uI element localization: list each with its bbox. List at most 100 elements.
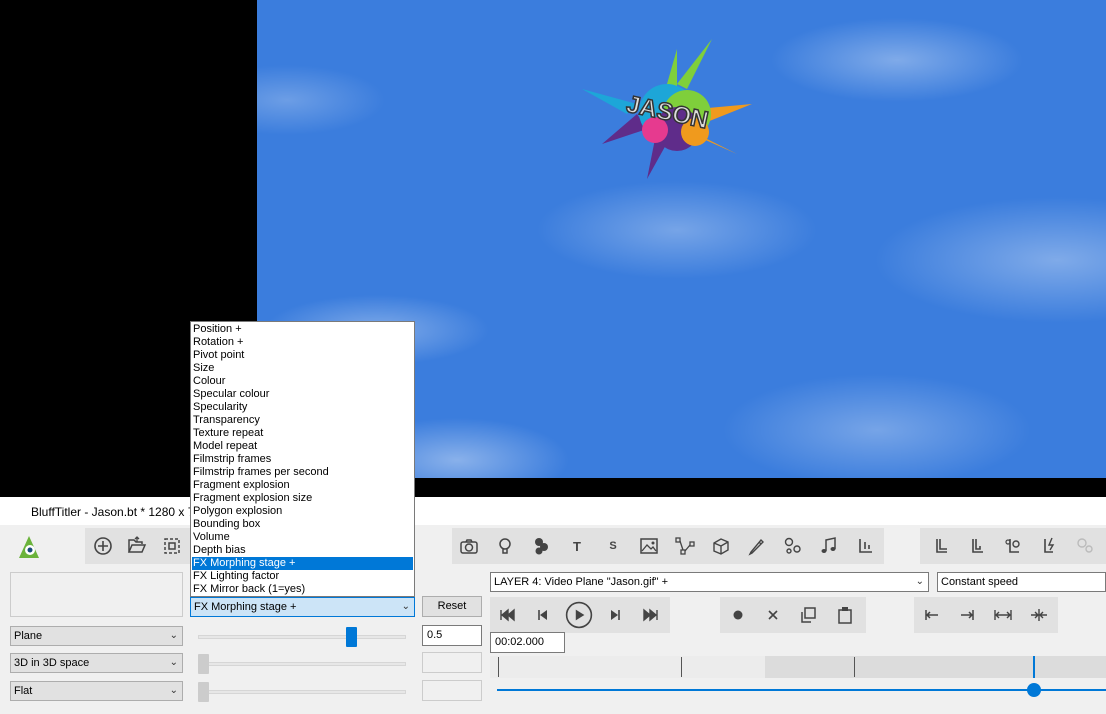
value-field[interactable]: 0.5 xyxy=(422,625,482,646)
window-title: BluffTitler - Jason.bt * 1280 x 7 xyxy=(31,505,195,519)
property-option[interactable]: Texture repeat xyxy=(192,427,413,440)
chevron-down-icon: ⌄ xyxy=(169,685,178,696)
cube-icon[interactable] xyxy=(706,531,736,561)
skip-start-icon[interactable] xyxy=(492,600,522,630)
disabled-layer-icon xyxy=(1070,531,1100,561)
skip-end-icon[interactable] xyxy=(636,600,666,630)
path-icon[interactable] xyxy=(670,531,700,561)
set-start-icon[interactable] xyxy=(917,600,947,630)
value-field-2 xyxy=(422,652,482,673)
space-mode-select[interactable]: 3D in 3D space ⌄ xyxy=(10,653,183,673)
value-slider-2-track xyxy=(198,662,406,666)
open-folder-icon[interactable] xyxy=(122,531,152,561)
property-option[interactable]: Fragment explosion xyxy=(192,479,413,492)
layer-options-toolbar xyxy=(920,528,1106,564)
chevron-down-icon: ⌄ xyxy=(915,576,924,587)
l-layer-icon[interactable] xyxy=(926,531,956,561)
property-option[interactable]: Filmstrip frames xyxy=(192,453,413,466)
property-option[interactable]: Size xyxy=(192,362,413,375)
property-option[interactable]: Specular colour xyxy=(192,388,413,401)
speed-select[interactable]: Constant speed xyxy=(937,572,1106,592)
select-area-icon[interactable] xyxy=(157,531,187,561)
timeline-key-marker[interactable] xyxy=(854,657,855,677)
s-icon[interactable]: S xyxy=(598,531,628,561)
timeline-selected-range xyxy=(765,656,1106,678)
property-option[interactable]: FX Morphing stage + xyxy=(192,557,413,570)
value-field-3 xyxy=(422,680,482,701)
property-option[interactable]: Pivot point xyxy=(192,349,413,362)
chevron-down-icon: ⌄ xyxy=(169,657,178,668)
shading-value: Flat xyxy=(14,685,33,697)
range-toolbar xyxy=(914,597,1058,633)
l-layer-2-icon[interactable] xyxy=(962,531,992,561)
scrub-slider-track[interactable] xyxy=(497,689,1106,691)
layer-select-value: LAYER 4: Video Plane "Jason.gif" + xyxy=(494,576,669,588)
key-toolbar xyxy=(720,597,866,633)
timeline-key-marker[interactable] xyxy=(681,657,682,677)
object-type-select[interactable]: Plane ⌄ xyxy=(10,626,183,646)
stretch-icon[interactable] xyxy=(988,600,1018,630)
music-icon[interactable] xyxy=(814,531,844,561)
property-option[interactable]: Fragment explosion size xyxy=(192,492,413,505)
layer-select[interactable]: LAYER 4: Video Plane "Jason.gif" + ⌄ xyxy=(490,572,929,592)
app-logo-icon[interactable] xyxy=(14,532,44,562)
space-mode-value: 3D in 3D space xyxy=(14,657,90,669)
time-field[interactable]: 00:02.000 xyxy=(490,632,565,653)
paste-icon[interactable] xyxy=(830,600,860,630)
next-frame-icon[interactable] xyxy=(600,600,630,630)
property-option[interactable]: Rotation + xyxy=(192,336,413,349)
set-end-icon[interactable] xyxy=(952,600,982,630)
property-value: FX Morphing stage + xyxy=(194,601,297,613)
jason-logo: JASON xyxy=(582,39,752,179)
text-icon[interactable]: T xyxy=(562,531,592,561)
property-option[interactable]: FX Mirror back (1=yes) xyxy=(192,583,413,596)
value-slider-3-thumb xyxy=(198,682,209,702)
property-select[interactable]: FX Morphing stage + ⌄ xyxy=(190,597,415,617)
value-slider-thumb[interactable] xyxy=(345,627,357,647)
particles-icon[interactable] xyxy=(526,531,556,561)
speed-select-value: Constant speed xyxy=(941,576,1019,588)
property-option[interactable]: Transparency xyxy=(192,414,413,427)
chevron-down-icon: ⌄ xyxy=(401,601,410,612)
property-option[interactable]: Specularity xyxy=(192,401,413,414)
object-type-value: Plane xyxy=(14,630,43,642)
timeline-cursor[interactable] xyxy=(1033,656,1035,678)
property-dropdown-list[interactable]: Position + Rotation + Pivot point Size Colou… xyxy=(190,321,415,597)
property-option[interactable]: Filmstrip frames per second xyxy=(192,466,413,479)
property-option[interactable]: Model repeat xyxy=(192,440,413,453)
light-icon[interactable] xyxy=(490,531,520,561)
add-icon[interactable] xyxy=(88,531,118,561)
floor-icon[interactable] xyxy=(850,531,880,561)
link-layer-icon[interactable] xyxy=(998,531,1028,561)
prev-frame-icon[interactable] xyxy=(528,600,558,630)
play-icon[interactable] xyxy=(564,600,594,630)
scrub-slider-thumb[interactable] xyxy=(1027,683,1041,697)
property-option[interactable]: Polygon explosion xyxy=(192,505,413,518)
emitter-icon[interactable] xyxy=(778,531,808,561)
value-slider-track[interactable] xyxy=(198,635,406,639)
timeline-key-marker[interactable] xyxy=(498,657,499,677)
chevron-down-icon: ⌄ xyxy=(169,630,178,641)
property-option[interactable]: Colour xyxy=(192,375,413,388)
copy-icon[interactable] xyxy=(793,600,823,630)
file-toolbar xyxy=(85,528,190,564)
value-slider-2-thumb xyxy=(198,654,209,674)
picture-icon[interactable] xyxy=(634,531,664,561)
layer-thumbnail xyxy=(10,572,183,617)
property-option[interactable]: FX Lighting factor xyxy=(192,570,413,583)
property-option[interactable]: Position + xyxy=(192,323,413,336)
compress-icon[interactable] xyxy=(1024,600,1054,630)
shading-select[interactable]: Flat ⌄ xyxy=(10,681,183,701)
camera-icon[interactable] xyxy=(454,531,484,561)
property-option[interactable]: Bounding box xyxy=(192,518,413,531)
value-slider-3-track xyxy=(198,690,406,694)
pen-icon[interactable] xyxy=(742,531,772,561)
property-option[interactable]: Volume xyxy=(192,531,413,544)
delete-icon[interactable] xyxy=(758,600,788,630)
record-icon[interactable] xyxy=(723,600,753,630)
property-option[interactable]: Depth bias xyxy=(192,544,413,557)
transport-toolbar xyxy=(490,597,670,633)
lightning-layer-icon[interactable] xyxy=(1034,531,1064,561)
layer-type-toolbar: T S xyxy=(452,528,884,564)
reset-button[interactable]: Reset xyxy=(422,596,482,617)
